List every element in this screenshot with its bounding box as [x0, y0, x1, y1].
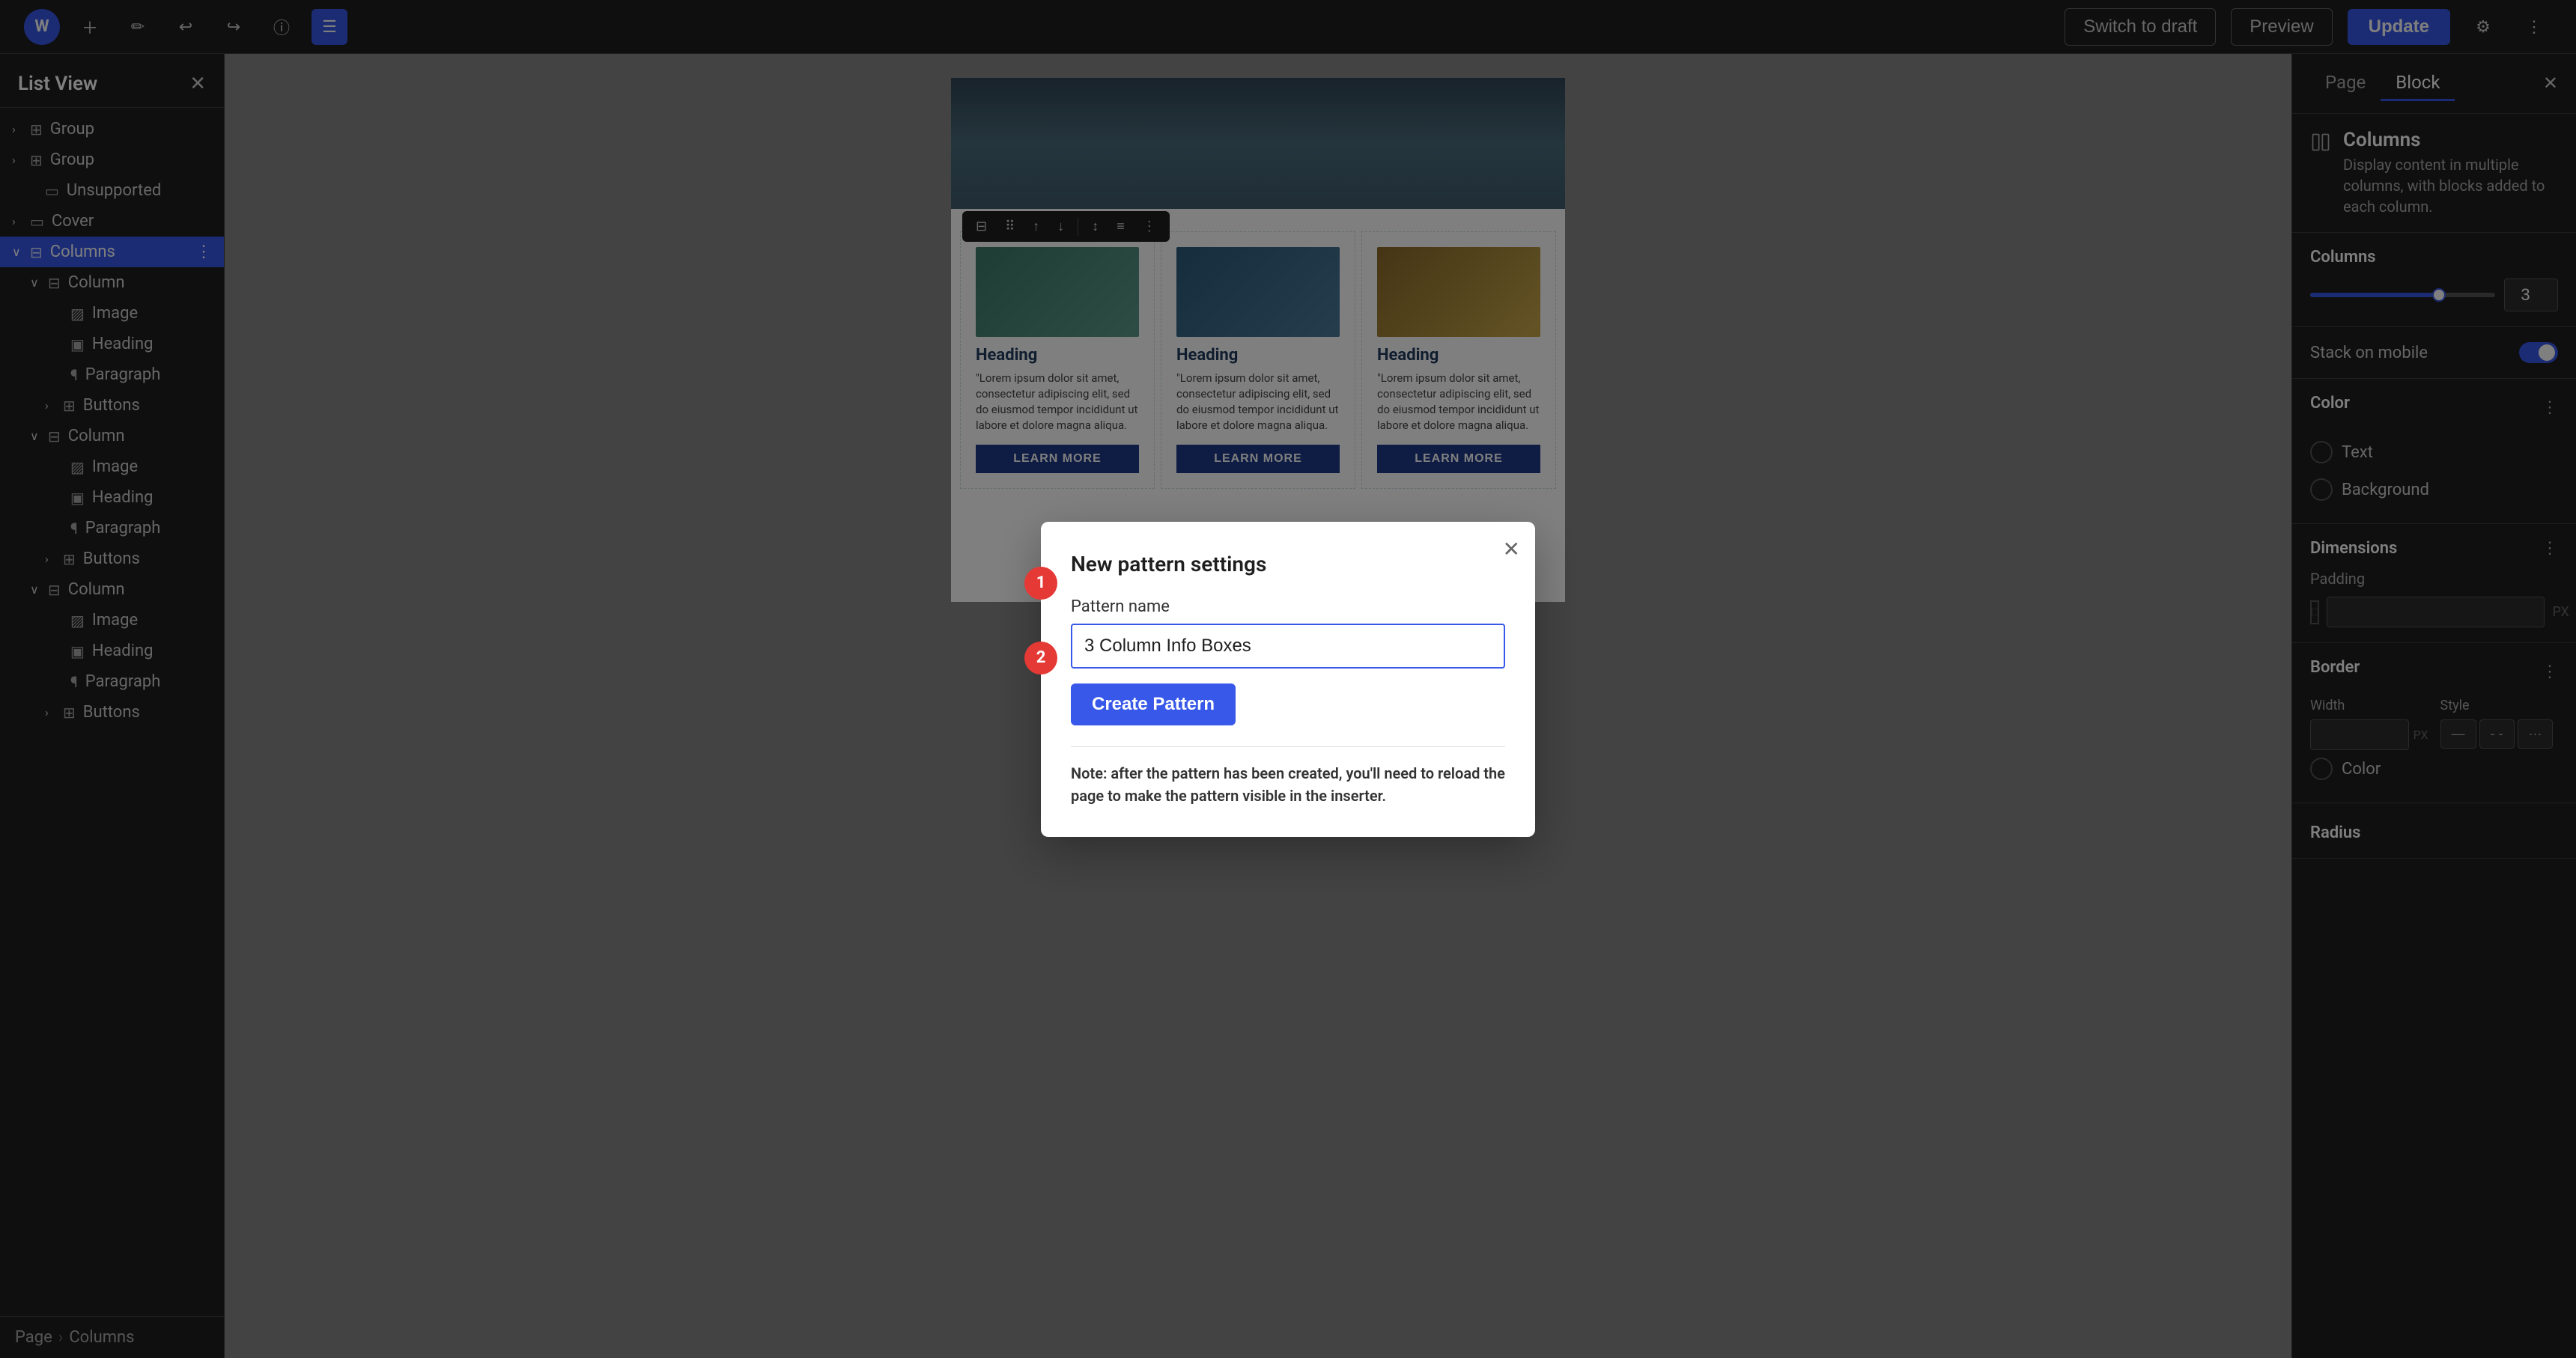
modal-overlay[interactable]: 1 2 ✕ New pattern settings Pattern name … [0, 0, 2576, 1358]
step-1-badge: 1 [1024, 567, 1057, 600]
step-2-badge: 2 [1024, 642, 1057, 675]
new-pattern-modal: 1 2 ✕ New pattern settings Pattern name … [1041, 522, 1535, 837]
modal-note-text: Note: after the pattern has been created… [1071, 764, 1505, 805]
pattern-name-input[interactable] [1071, 624, 1505, 669]
pattern-name-label: Pattern name [1071, 597, 1505, 616]
modal-title: New pattern settings [1071, 552, 1505, 576]
modal-close-button[interactable]: ✕ [1503, 537, 1520, 561]
modal-note: Note: after the pattern has been created… [1071, 746, 1505, 807]
create-pattern-button[interactable]: Create Pattern [1071, 683, 1236, 725]
